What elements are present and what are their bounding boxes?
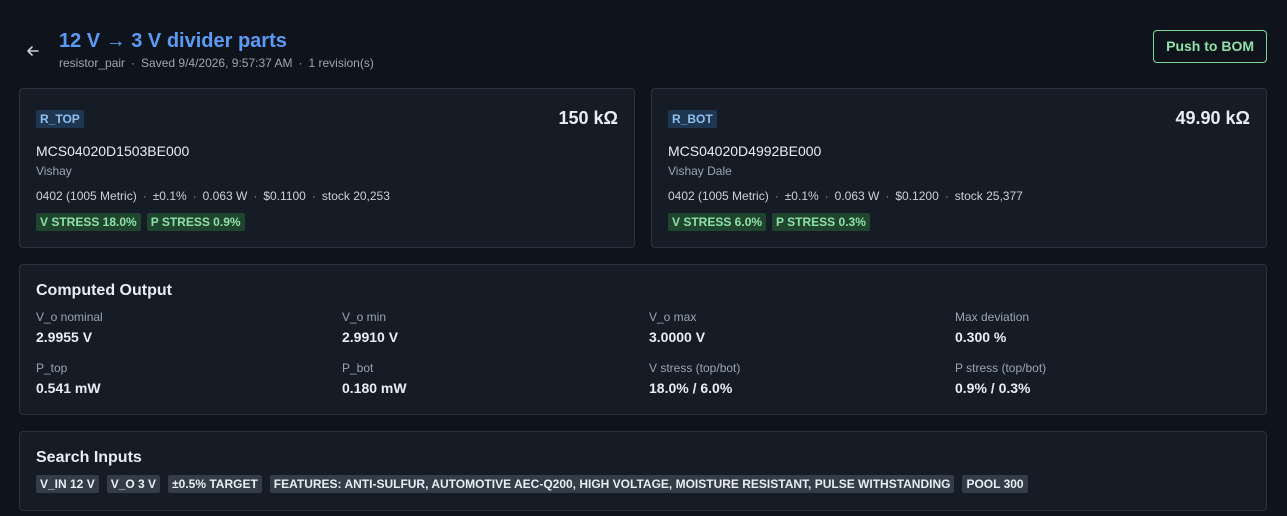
spec-separator: · [142,189,147,203]
metric-v-stress: V stress (top/bot) 18.0% / 6.0% [649,361,939,396]
unit-price: $0.1200 [895,189,939,203]
power-rating: 0.063 W [202,189,248,203]
p-stress-badge: P STRESS 0.9% [146,213,245,231]
meta-separator: · [131,56,136,70]
metric-p-stress: P stress (top/bot) 0.9% / 0.3% [955,361,1245,396]
computed-output-panel: Computed Output V_o nominal 2.9955 V V_o… [19,264,1267,415]
search-chip-pool: POOL 300 [962,475,1028,493]
part-number: MCS04020D1503BE000 [36,143,190,159]
section-title: Computed Output [36,282,172,299]
metric-value: 0.9% / 0.3% [955,380,1031,396]
part-number: MCS04020D4992BE000 [668,143,822,159]
metric-label: Max deviation [955,310,1030,324]
spec-separator: · [774,189,779,203]
stock-count: stock 20,253 [321,189,390,203]
metric-p-top: P_top 0.541 mW [36,361,326,396]
package: 0402 (1005 Metric) [668,189,769,203]
resistance-value: 49.90 kΩ [1175,108,1251,128]
metric-label: V stress (top/bot) [649,361,741,375]
stock-count: stock 25,377 [954,189,1023,203]
metric-value: 0.541 mW [36,380,101,396]
revision-count: 1 revision(s) [308,56,374,70]
search-inputs-panel: Search Inputs V_IN 12 V V_O 3 V ±0.5% TARG… [19,431,1267,511]
manufacturer: Vishay Dale [668,164,732,178]
metric-value: 18.0% / 6.0% [649,380,733,396]
metric-label: V_o min [342,310,387,324]
power-rating: 0.063 W [834,189,880,203]
unit-price: $0.1100 [263,189,306,203]
design-type: resistor_pair [59,56,126,70]
metric-value: 0.180 mW [342,380,407,396]
part-specs: 0402 (1005 Metric) · ±0.1% · 0.063 W · $0.1200… [668,189,1023,203]
page: 12 V → 3 V divider parts resistor_pair · S… [0,0,1287,516]
stress-badges: V STRESS 18.0% P STRESS 0.9% [36,213,251,231]
metric-value: 0.300 % [955,329,1007,345]
tolerance: ±0.1% [784,189,819,203]
metric-label: V_o nominal [36,310,103,324]
meta-separator: · [298,56,303,70]
manufacturer: Vishay [36,164,72,178]
saved-timestamp: Saved 9/4/2026, 9:57:37 AM [141,56,293,70]
push-to-bom-button[interactable]: Push to BOM [1153,30,1267,63]
metric-value: 2.9910 V [342,329,399,345]
ref-designator-tag: R_BOT [668,110,717,128]
search-chips: V_IN 12 V V_O 3 V ±0.5% TARGET FEATURES: AN… [36,475,1036,493]
metric-max-deviation: Max deviation 0.300 % [955,310,1245,345]
metric-label: P_bot [342,361,374,375]
back-arrow-icon[interactable] [26,42,44,60]
resistance-value: 150 kΩ [558,108,618,128]
package: 0402 (1005 Metric) [36,189,137,203]
part-card-r-top: R_TOP 150 kΩ MCS04020D1503BE000 Vishay 0… [19,88,635,248]
search-chip-target: ±0.5% TARGET [168,475,262,493]
metric-label: P stress (top/bot) [955,361,1047,375]
part-card-r-bot: R_BOT 49.90 kΩ MCS04020D4992BE000 Vishay… [651,88,1267,248]
spec-separator: · [311,189,316,203]
v-stress-badge: V STRESS 18.0% [36,213,141,231]
metric-vo-nominal: V_o nominal 2.9955 V [36,310,326,345]
spec-separator: · [944,189,949,203]
search-chip-features: FEATURES: ANTI-SULFUR, AUTOMOTIVE AEC-Q2… [269,475,955,493]
search-chip-vin: V_IN 12 V [36,475,99,493]
spec-separator: · [192,189,197,203]
section-title: Search Inputs [36,449,142,466]
ref-designator-tag: R_TOP [36,110,84,128]
metric-value: 2.9955 V [36,329,93,345]
stress-badges: V STRESS 6.0% P STRESS 0.3% [668,213,876,231]
metric-value: 3.0000 V [649,329,706,345]
spec-separator: · [824,189,829,203]
tolerance: ±0.1% [152,189,187,203]
spec-separator: · [253,189,258,203]
metric-vo-min: V_o min 2.9910 V [342,310,632,345]
page-header: 12 V → 3 V divider parts resistor_pair · S… [20,30,1267,72]
metric-vo-max: V_o max 3.0000 V [649,310,939,345]
page-meta: resistor_pair · Saved 9/4/2026, 9:57:37 AM… [59,56,374,70]
metric-p-bot: P_bot 0.180 mW [342,361,632,396]
page-title: 12 V → 3 V divider parts [59,30,287,52]
search-chip-vo: V_O 3 V [106,475,161,493]
part-specs: 0402 (1005 Metric) · ±0.1% · 0.063 W · $0.1100… [36,189,390,203]
metric-label: V_o max [649,310,697,324]
spec-separator: · [885,189,890,203]
metric-label: P_top [36,361,68,375]
v-stress-badge: V STRESS 6.0% [668,213,767,231]
p-stress-badge: P STRESS 0.3% [772,213,870,231]
